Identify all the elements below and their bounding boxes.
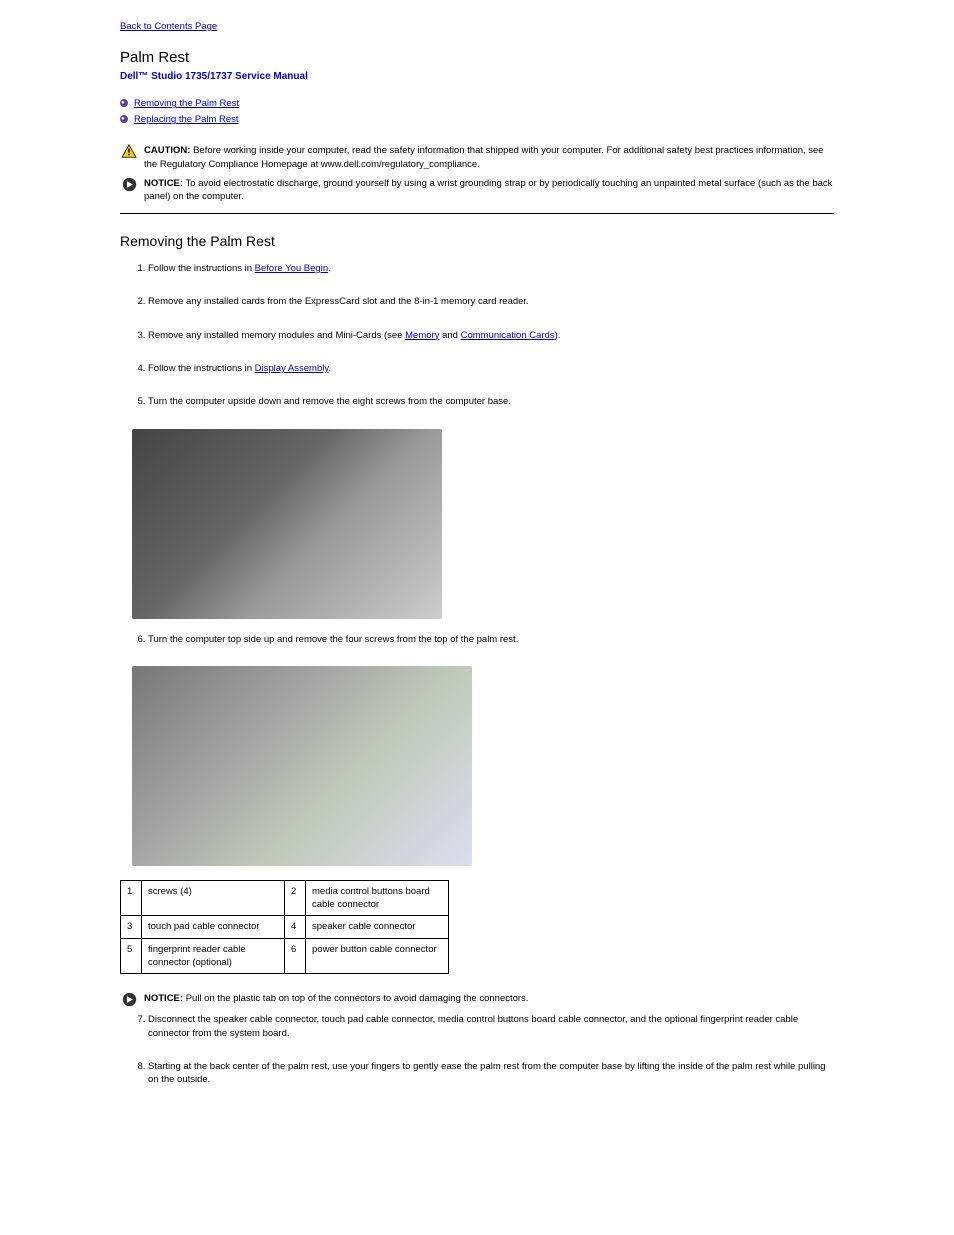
step-5: Turn the computer upside down and remove…: [148, 395, 834, 408]
table-row: 1 screws (4) 2 media control buttons boa…: [121, 880, 449, 916]
caution-callout: CAUTION: Before working inside your comp…: [120, 144, 834, 171]
notice-2-text: NOTICE: Pull on the plastic tab on top o…: [144, 992, 528, 1005]
notice-2-label: NOTICE:: [144, 993, 183, 1004]
subsection-title: Removing the Palm Rest: [120, 232, 834, 252]
step-2: Remove any installed cards from the Expr…: [148, 295, 834, 308]
caution-label: CAUTION:: [144, 145, 190, 156]
image-palm-rest-connectors: [132, 666, 472, 866]
back-to-contents-link[interactable]: Back to Contents Page: [120, 20, 834, 33]
step-1: Follow the instructions in Before You Be…: [148, 262, 834, 275]
procedure-steps: Follow the instructions in Before You Be…: [120, 262, 834, 408]
link-before-you-begin[interactable]: Before You Begin: [255, 263, 328, 274]
image-computer-base-screws: [132, 429, 442, 619]
section-divider: [120, 213, 834, 214]
notice-callout-1: NOTICE: To avoid electrostatic discharge…: [120, 177, 834, 204]
notice-1-label: NOTICE:: [144, 178, 183, 189]
step-4: Follow the instructions in Display Assem…: [148, 362, 834, 375]
step-3: Remove any installed memory modules and …: [148, 329, 834, 342]
link-memory[interactable]: Memory: [405, 330, 439, 341]
table-row: 3 touch pad cable connector 4 speaker ca…: [121, 916, 449, 938]
link-display-assembly[interactable]: Display Assembly: [255, 363, 329, 374]
notice-2-body: Pull on the plastic tab on top of the co…: [183, 993, 528, 1004]
toc-link-replace[interactable]: Replacing the Palm Rest: [134, 114, 239, 125]
notice-1-text: NOTICE: To avoid electrostatic discharge…: [144, 177, 834, 204]
notice-1-body: To avoid electrostatic discharge, ground…: [144, 178, 832, 202]
procedure-steps-cont: Turn the computer top side up and remove…: [120, 633, 834, 646]
step-7: Disconnect the speaker cable connector, …: [148, 1013, 834, 1040]
toc-link-remove[interactable]: Removing the Palm Rest: [134, 98, 239, 109]
manual-title: Dell™ Studio 1735/1737 Service Manual: [120, 70, 834, 84]
section-title: Palm Rest: [120, 47, 834, 68]
notice-icon: [120, 177, 138, 192]
caution-body: Before working inside your computer, rea…: [144, 145, 824, 169]
notice-icon: [120, 992, 138, 1007]
caution-icon: [120, 144, 138, 158]
link-comm-cards[interactable]: Communication Cards: [461, 330, 555, 341]
procedure-steps-cont2: Disconnect the speaker cable connector, …: [120, 1013, 834, 1086]
notice-callout-2: NOTICE: Pull on the plastic tab on top o…: [120, 992, 834, 1007]
table-of-contents: Removing the Palm Rest Replacing the Pal…: [120, 96, 834, 128]
connector-legend-table: 1 screws (4) 2 media control buttons boa…: [120, 880, 449, 974]
caution-text: CAUTION: Before working inside your comp…: [144, 144, 834, 171]
step-8: Starting at the back center of the palm …: [148, 1060, 834, 1087]
step-6: Turn the computer top side up and remove…: [148, 633, 834, 646]
table-row: 5 fingerprint reader cable connector (op…: [121, 938, 449, 974]
